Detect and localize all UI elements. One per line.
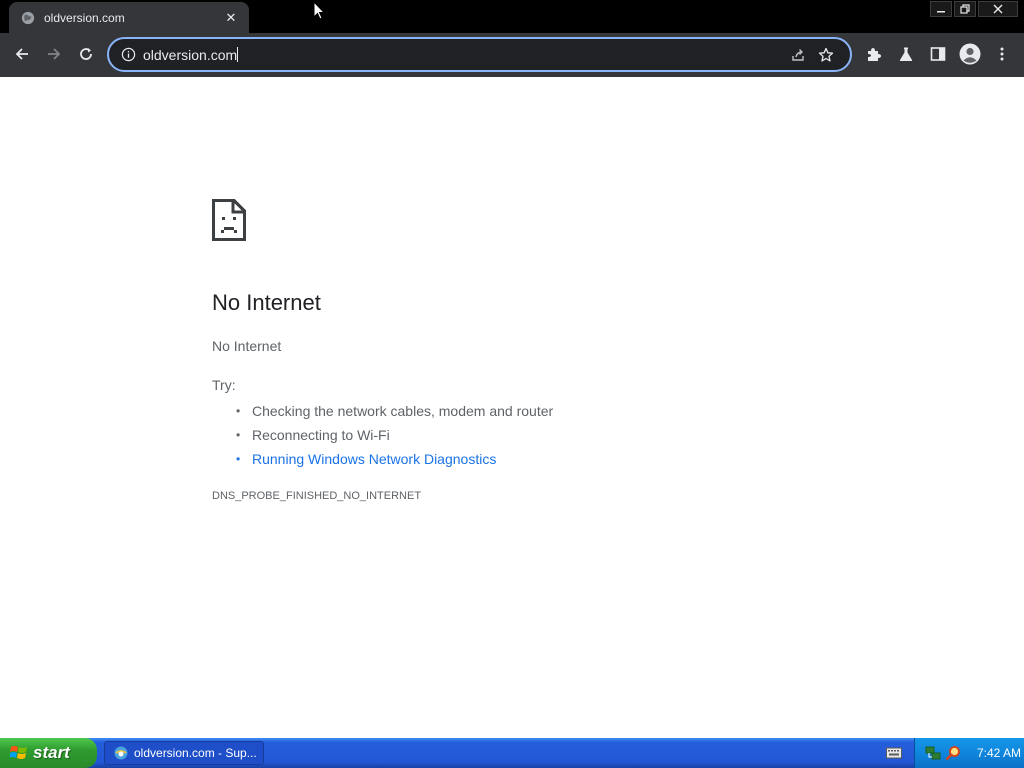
keyboard-icon[interactable] <box>886 747 902 759</box>
tab-title: oldversion.com <box>44 10 125 25</box>
extensions-button[interactable] <box>859 39 889 69</box>
clock[interactable]: 7:42 AM <box>977 746 1021 760</box>
puzzle-icon <box>868 48 881 61</box>
suggestion-reconnect-wifi: Reconnecting to Wi-Fi <box>236 423 553 447</box>
flask-icon <box>899 47 913 61</box>
taskbar-item-browser[interactable]: oldversion.com - Sup... <box>104 741 264 765</box>
system-tray: 7:42 AM <box>914 738 1024 768</box>
page-content: No Internet No Internet Try: Checking th… <box>0 77 1024 738</box>
restore-icon <box>960 4 970 14</box>
side-panel-icon <box>930 47 946 61</box>
close-window-button[interactable] <box>978 1 1018 17</box>
url-value: oldversion.com <box>143 46 238 63</box>
suggestion-list: Checking the network cables, modem and r… <box>236 399 553 471</box>
forward-button[interactable] <box>39 39 69 69</box>
avatar-icon <box>959 43 981 65</box>
star-icon <box>818 47 834 62</box>
network-icon[interactable] <box>925 745 941 761</box>
side-panel-button[interactable] <box>923 39 953 69</box>
bookmark-button[interactable] <box>812 41 840 69</box>
reload-button[interactable] <box>71 39 101 69</box>
globe-icon <box>21 11 35 24</box>
taskbar-item-label: oldversion.com - Sup... <box>134 746 257 760</box>
back-button[interactable] <box>7 39 37 69</box>
browser-tab[interactable]: oldversion.com ✕ <box>9 2 249 33</box>
share-button[interactable] <box>784 41 812 69</box>
address-bar[interactable]: oldversion.com <box>107 37 852 72</box>
sad-page-icon <box>212 199 246 241</box>
reload-icon <box>80 48 92 60</box>
menu-button[interactable] <box>987 39 1017 69</box>
arrow-left-icon <box>15 48 28 60</box>
url-text[interactable]: oldversion.com <box>143 46 784 63</box>
network-diagnostics-link[interactable]: Running Windows Network Diagnostics <box>236 447 553 471</box>
more-vert-icon <box>1000 47 1004 61</box>
close-icon <box>993 4 1003 14</box>
try-label: Try: <box>212 377 236 393</box>
suggestion-check-cables: Checking the network cables, modem and r… <box>236 399 553 423</box>
arrow-right-icon <box>48 48 61 60</box>
start-label: start <box>33 743 70 762</box>
text-caret <box>237 46 239 62</box>
tab-strip: oldversion.com ✕ <box>0 0 1024 33</box>
tab-close-icon[interactable]: ✕ <box>223 10 239 26</box>
error-heading: No Internet <box>212 290 321 315</box>
site-info-button[interactable] <box>119 46 137 64</box>
window-controls <box>930 1 1018 17</box>
mouse-cursor-icon <box>313 1 325 20</box>
windows-flag-icon <box>10 746 27 759</box>
minimize-icon <box>937 11 945 13</box>
share-icon <box>792 48 804 61</box>
info-icon <box>121 47 135 62</box>
minimize-button[interactable] <box>930 1 952 17</box>
error-subheading: No Internet <box>212 338 282 354</box>
profile-button[interactable] <box>955 39 985 69</box>
start-button[interactable]: start <box>0 738 97 768</box>
restore-button[interactable] <box>954 1 976 17</box>
labs-button[interactable] <box>891 39 921 69</box>
browser-toolbar: oldversion.com <box>0 33 1024 77</box>
ie-icon <box>114 746 128 760</box>
taskbar: start oldversion.com - Sup... 7:42 AM <box>0 738 1024 768</box>
error-code: DNS_PROBE_FINISHED_NO_INTERNET <box>212 490 422 502</box>
search-icon[interactable] <box>945 745 961 761</box>
